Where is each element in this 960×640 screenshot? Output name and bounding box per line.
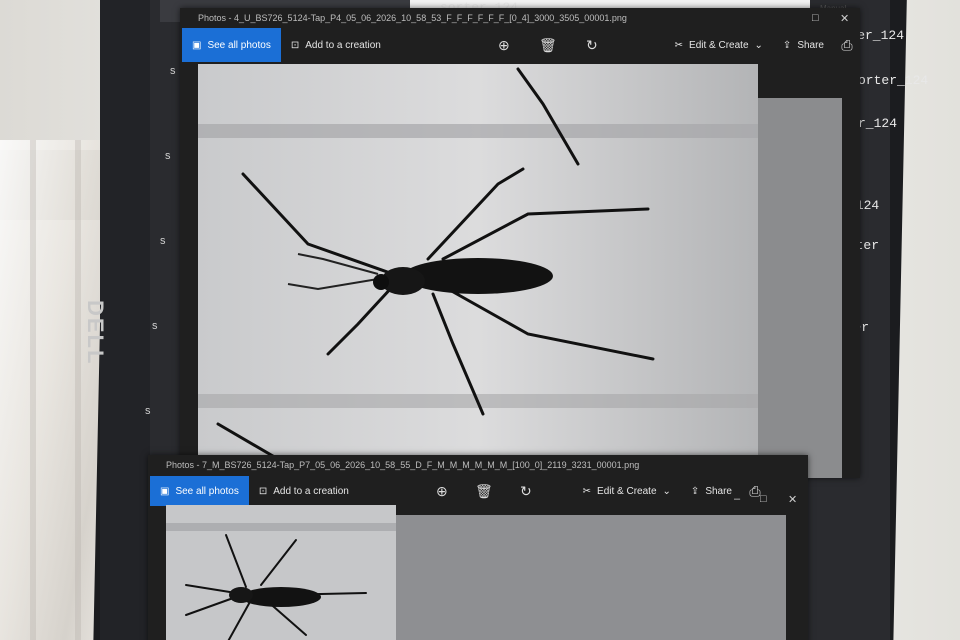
image-icon: ▣: [160, 485, 170, 497]
chevron-down-icon: ⌄: [662, 485, 671, 497]
image-icon: ▣: [192, 39, 202, 51]
scene: DELL Manual Results sorter_124 sorter_12…: [0, 0, 960, 640]
photos-window-secondary[interactable]: Photos - 7_M_BS726_5124-Tap_P7_05_06_202…: [148, 455, 808, 640]
mosquito-image: [198, 64, 758, 478]
share-label: Share: [797, 39, 824, 51]
desktop-file-label[interactable]: orter_124: [858, 73, 928, 88]
edit-create-button[interactable]: ✂ Edit & Create ⌄: [573, 486, 681, 497]
rotate-icon[interactable]: ↻: [513, 483, 539, 500]
add-to-creation-button[interactable]: ⊡ Add to a creation: [281, 40, 391, 51]
edit-icon: ✂: [582, 485, 592, 497]
window-title: Photos - 7_M_BS726_5124-Tap_P7_05_06_202…: [166, 460, 640, 470]
desktop-file-label[interactable]: s: [160, 235, 166, 247]
desktop-file-label[interactable]: s: [152, 320, 158, 332]
image-side-panel: [758, 98, 842, 478]
print-icon[interactable]: ⎙: [742, 483, 768, 500]
mosquito-photo[interactable]: [166, 505, 396, 640]
photos-toolbar: ▣ See all photos ⊡ Add to a creation ⊕ 🗑…: [180, 26, 860, 64]
mosquito-image: [166, 505, 396, 640]
image-side-panel: [396, 515, 786, 640]
delete-icon[interactable]: 🗑: [535, 37, 561, 54]
add-to-creation-label: Add to a creation: [273, 485, 349, 497]
print-icon[interactable]: ⎙: [834, 37, 860, 54]
mosquito-photo[interactable]: [198, 64, 758, 478]
desktop-file-label[interactable]: s: [145, 405, 151, 417]
add-to-creation-button[interactable]: ⊡ Add to a creation: [249, 486, 359, 497]
delete-icon[interactable]: 🗑: [471, 483, 497, 500]
share-button[interactable]: ⇪ Share: [681, 486, 742, 497]
window-title: Photos - 4_U_BS726_5124-Tap_P4_05_06_202…: [198, 13, 627, 23]
rotate-icon[interactable]: ↻: [579, 37, 605, 54]
share-label: Share: [705, 485, 732, 497]
see-all-photos-label: See all photos: [207, 39, 271, 51]
zoom-in-icon[interactable]: ⊕: [491, 37, 517, 54]
photos-toolbar: ▣ See all photos ⊡ Add to a creation ⊕ 🗑…: [148, 475, 808, 507]
close-icon[interactable]: ✕: [840, 12, 849, 25]
edit-icon: ✂: [674, 39, 684, 51]
see-all-photos-button[interactable]: ▣ See all photos: [150, 476, 249, 506]
zoom-in-icon[interactable]: ⊕: [429, 483, 455, 500]
see-all-photos-button[interactable]: ▣ See all photos: [182, 28, 281, 62]
curtain-fold: [30, 140, 36, 640]
dell-logo: DELL: [83, 300, 108, 366]
curtain-fold: [75, 140, 81, 640]
edit-create-button[interactable]: ✂ Edit & Create ⌄: [665, 40, 773, 51]
add-icon: ⊡: [290, 39, 300, 51]
desktop-file-label[interactable]: s: [170, 65, 176, 77]
desktop-file-label[interactable]: r_124: [858, 116, 897, 131]
share-icon: ⇪: [690, 485, 700, 497]
maximize-icon[interactable]: □: [812, 12, 819, 24]
share-button[interactable]: ⇪ Share: [773, 40, 834, 51]
add-to-creation-label: Add to a creation: [305, 39, 381, 51]
share-icon: ⇪: [782, 39, 792, 51]
desktop-file-label[interactable]: s: [165, 150, 171, 162]
edit-create-label: Edit & Create: [689, 39, 749, 51]
edit-create-label: Edit & Create: [597, 485, 657, 497]
photos-window-main[interactable]: Photos - 4_U_BS726_5124-Tap_P4_05_06_202…: [180, 8, 860, 478]
add-icon: ⊡: [258, 485, 268, 497]
see-all-photos-label: See all photos: [175, 485, 239, 497]
chevron-down-icon: ⌄: [754, 39, 763, 51]
